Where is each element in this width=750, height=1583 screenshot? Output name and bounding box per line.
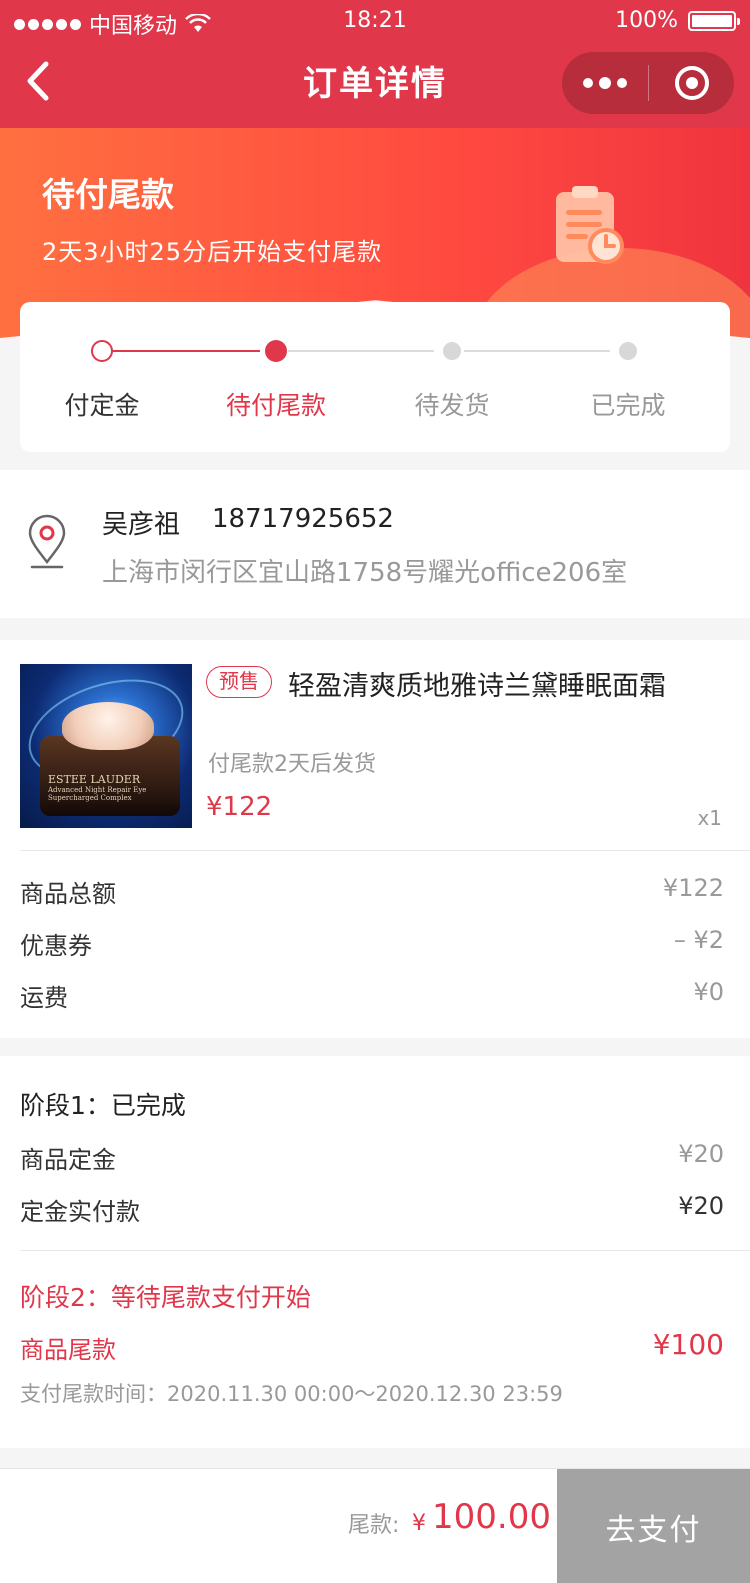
fee-label: 商品总额 (20, 880, 116, 908)
stage1-title: 阶段1：已完成 (20, 1091, 186, 1120)
fee-value: – ¥2 (673, 926, 724, 954)
deposit-label: 商品定金 (20, 1146, 116, 1174)
presale-badge: 预售 (206, 666, 272, 698)
recipient-phone: 18717925652 (212, 504, 394, 534)
location-pin-icon (28, 514, 66, 569)
countdown-text: 2天3小时25分后开始支付尾款 (42, 238, 383, 266)
product-quantity: x1 (697, 806, 722, 830)
step-node-done (91, 340, 113, 362)
fee-value: ¥0 (693, 978, 724, 1006)
battery-icon (688, 10, 740, 31)
address-detail: 上海市闵行区宜山路1758号耀光office206室 (102, 558, 628, 588)
product-name[interactable]: 轻盈清爽质地雅诗兰黛睡眠面霜 (288, 664, 666, 703)
deposit-paid-value: ¥20 (678, 1192, 724, 1220)
recipient-name: 吴彦祖 (102, 510, 181, 540)
divider (20, 1250, 750, 1251)
fee-label: 优惠券 (20, 932, 92, 960)
final-payment-row: 商品尾款 ¥100 (20, 1328, 724, 1365)
image-brand: ESTEE LAUDER (48, 773, 141, 786)
deposit-value: ¥20 (678, 1140, 724, 1168)
stage2-title: 阶段2：等待尾款支付开始 (20, 1283, 311, 1312)
shipping-note: 付尾款2天后发货 (208, 752, 376, 777)
battery-group: 100% (615, 8, 740, 33)
target-icon (674, 66, 709, 100)
product-price: ¥122 (206, 792, 273, 822)
clipboard-clock-icon (556, 186, 624, 264)
step-connector (464, 350, 610, 352)
battery-percent: 100% (615, 8, 678, 33)
balance-amount: 100.00 (432, 1497, 551, 1537)
step-label-final-payment: 待付尾款 (225, 391, 326, 420)
step-node-pending (443, 342, 461, 360)
payment-stages: 阶段1：已完成 商品定金 ¥20 定金实付款 ¥20 阶段2：等待尾款支付开始 … (0, 1056, 750, 1448)
more-options-button[interactable] (562, 52, 648, 114)
balance-currency: ¥ (412, 1511, 426, 1536)
final-payment-value: ¥100 (652, 1328, 724, 1361)
payment-window: 支付尾款时间：2020.11.30 00:00～2020.12.30 23:59 (20, 1382, 563, 1406)
step-label-to-ship: 待发货 (414, 391, 490, 420)
fee-row-shipping: 运费 ¥0 (20, 978, 724, 1014)
nav-bar: 订单详情 (0, 44, 750, 128)
close-miniprogram-button[interactable] (649, 52, 734, 114)
order-status-title: 待付尾款 (42, 175, 174, 214)
image-cream (62, 702, 154, 750)
miniprogram-capsule (562, 52, 734, 114)
image-caption: Advanced Night Repair Eye Supercharged C… (48, 786, 147, 802)
balance-label: 尾款: (348, 1513, 400, 1538)
deposit-row: 商品定金 ¥20 (20, 1140, 724, 1175)
product-section: ESTEE LAUDER Advanced Night Repair Eye S… (0, 640, 750, 1038)
fee-row-subtotal: 商品总额 ¥122 (20, 874, 724, 910)
order-progress-steps: 付定金 待付尾款 待发货 已完成 (20, 302, 730, 452)
step-node-current (265, 340, 287, 362)
step-label-completed: 已完成 (590, 391, 666, 420)
divider (20, 850, 750, 851)
fee-label: 运费 (20, 984, 68, 1012)
deposit-paid-label: 定金实付款 (20, 1198, 140, 1226)
step-connector-done (112, 350, 260, 352)
checkout-bar: 尾款: ¥ 100.00 去支付 (0, 1468, 750, 1583)
image-brand-text: ESTEE LAUDER Advanced Night Repair Eye S… (48, 773, 158, 803)
deposit-paid-row: 定金实付款 ¥20 (20, 1192, 724, 1227)
step-connector (288, 350, 434, 352)
pay-button[interactable]: 去支付 (557, 1469, 750, 1583)
fee-value: ¥122 (662, 874, 724, 902)
status-bar: 中国移动 18:21 100% (0, 0, 750, 44)
step-node-pending (619, 342, 637, 360)
step-label-deposit: 付定金 (64, 391, 140, 420)
shipping-address[interactable]: 吴彦祖 18717925652 上海市闵行区宜山路1758号耀光office20… (0, 470, 750, 618)
final-payment-label: 商品尾款 (20, 1336, 116, 1364)
fee-row-coupon: 优惠券 – ¥2 (20, 926, 724, 962)
product-image[interactable]: ESTEE LAUDER Advanced Night Repair Eye S… (20, 664, 192, 828)
